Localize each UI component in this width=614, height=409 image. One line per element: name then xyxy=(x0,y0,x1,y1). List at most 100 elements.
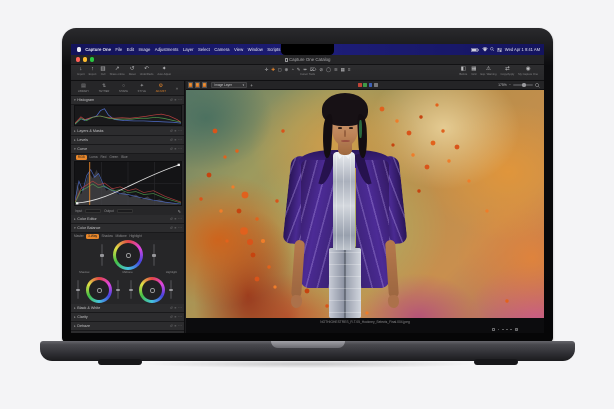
variant-thumbnail[interactable] xyxy=(202,82,208,88)
pager-controls[interactable] xyxy=(492,328,518,331)
levels-header[interactable]: ▸ Levels ↺ ≡ ⋯ xyxy=(71,136,185,145)
section-action-icons[interactable]: ↺ ≡ ⋯ xyxy=(170,324,182,328)
cursor-tool-spot-icon[interactable]: ◔ xyxy=(291,66,294,73)
layer-select-dropdown[interactable]: Image Layer ▾ xyxy=(211,82,247,88)
cursor-tool-pan-icon[interactable]: ✚ xyxy=(271,66,275,73)
tab-tether[interactable]: ⇅TETHER xyxy=(99,83,110,93)
thumbnail-nav-icon[interactable] xyxy=(492,328,495,331)
auto-adjust-button[interactable]: ✦Auto Adjust xyxy=(157,66,171,76)
curve-tab-green[interactable]: Green xyxy=(109,155,118,159)
menu-window[interactable]: Window xyxy=(248,47,263,52)
cursor-tool-gradient-icon[interactable]: ≋ xyxy=(334,66,338,73)
highlight-luma-slider[interactable] xyxy=(170,280,172,299)
section-action-icons[interactable]: ↺ ≡ ⋯ xyxy=(170,98,182,102)
menu-file[interactable]: File xyxy=(115,47,122,52)
variant-thumbnail[interactable] xyxy=(195,82,201,88)
zoom-out-icon[interactable]: − xyxy=(509,83,511,87)
highlight-saturation-slider[interactable] xyxy=(130,280,132,299)
add-layer-button[interactable]: + xyxy=(250,83,253,88)
black-white-header[interactable]: ▸ Black & White ↺ ≡ ⋯ xyxy=(71,304,185,313)
cb-tab-highlight[interactable]: Highlight xyxy=(129,234,141,238)
section-action-icons[interactable]: ↺ ≡ ⋯ xyxy=(170,226,182,230)
section-action-icons[interactable]: ↺ ≡ ⋯ xyxy=(170,306,182,310)
highlight-color-wheel[interactable] xyxy=(139,277,165,303)
menu-adjustments[interactable]: Adjustments xyxy=(155,47,179,52)
share-online-button[interactable]: ↗Share online xyxy=(110,66,125,76)
gray-channel-icon[interactable] xyxy=(374,83,378,87)
curve-graph[interactable] xyxy=(74,161,182,206)
blue-channel-icon[interactable] xyxy=(369,83,373,87)
curve-header[interactable]: ▾ Curve ↺ ≡ ⋯ xyxy=(71,145,185,154)
cursor-tool-rotate-icon[interactable]: ⊕ xyxy=(285,66,289,73)
cb-tab-midtone[interactable]: Midtone xyxy=(115,234,126,238)
vignetting-header[interactable]: ▸ Vignetting ↺ ≡ ⋯ xyxy=(71,331,185,333)
curve-tab-luma[interactable]: Luma xyxy=(90,155,98,159)
curve-tab-red[interactable]: Red xyxy=(101,155,107,159)
section-action-icons[interactable]: ↺ ≡ ⋯ xyxy=(170,138,182,142)
tab-shape[interactable]: ○SHAPE xyxy=(119,83,128,93)
tab-library[interactable]: ▤LIBRARY xyxy=(78,83,89,93)
zoom-level-value[interactable]: 175% xyxy=(498,83,507,87)
cursor-tool-draw-mask-icon[interactable]: ✎ xyxy=(297,66,301,73)
cb-tab-shadow[interactable]: Shadow xyxy=(101,234,113,238)
import-button[interactable]: ↓Import xyxy=(77,66,85,76)
menu-view[interactable]: View xyxy=(234,47,243,52)
variant-thumbnail[interactable] xyxy=(188,82,194,88)
photo-canvas[interactable] xyxy=(186,90,544,318)
magnifier-icon[interactable] xyxy=(535,83,540,88)
shadow-color-wheel[interactable] xyxy=(86,277,112,303)
menu-image[interactable]: Image xyxy=(138,47,150,52)
menu-edit[interactable]: Edit xyxy=(127,47,134,52)
cursor-tool-clone-icon[interactable]: ◯ xyxy=(326,66,331,73)
cursor-tool-more-icon[interactable]: ≡ xyxy=(348,66,351,73)
section-action-icons[interactable]: ↺ ≡ ⋯ xyxy=(170,147,182,151)
green-channel-icon[interactable] xyxy=(363,83,367,87)
clarity-header[interactable]: ▸ Clarity ↺ ≡ ⋯ xyxy=(71,313,185,322)
tab-style[interactable]: ✦STYLE xyxy=(138,83,146,93)
cursor-tool-grid-icon[interactable]: ▦ xyxy=(341,66,345,73)
curve-tab-rgb[interactable]: RGB xyxy=(76,155,87,160)
menu-layer[interactable]: Layer xyxy=(183,47,194,52)
red-channel-icon[interactable] xyxy=(358,83,362,87)
dehaze-header[interactable]: ▸ Dehaze ↺ ≡ ⋯ xyxy=(71,322,185,331)
section-action-icons[interactable]: ↺ ≡ ⋯ xyxy=(170,129,182,133)
filmstrip-toggle-icon[interactable] xyxy=(515,328,518,331)
undo-redo-button[interactable]: ↶Undo/Redo xyxy=(140,66,154,76)
midtone-saturation-slider[interactable] xyxy=(101,244,103,266)
wifi-icon[interactable] xyxy=(482,47,488,52)
battery-icon[interactable] xyxy=(471,48,479,52)
copy-apply-button[interactable]: ⇄Copy/Apply xyxy=(501,66,515,76)
tab-overflow-icon[interactable]: » xyxy=(176,86,179,91)
menubar-clock[interactable]: Wed Apr 1 9:41 AM xyxy=(505,47,540,52)
curve-input-value[interactable] xyxy=(85,209,101,213)
export-button[interactable]: ↑Export xyxy=(89,66,97,76)
cursor-tool-crop-icon[interactable]: ◻ xyxy=(278,66,282,73)
menu-camera[interactable]: Camera xyxy=(214,47,229,52)
layers-masks-header[interactable]: ▸ Layers & Masks ↺ ≡ ⋯ xyxy=(71,127,185,136)
apple-menu-icon[interactable] xyxy=(77,47,81,52)
shadow-saturation-slider[interactable] xyxy=(77,280,79,299)
cull-button[interactable]: ▥Cull xyxy=(100,66,105,76)
menu-scripts[interactable]: Scripts xyxy=(267,47,280,52)
curve-tab-blue[interactable]: Blue xyxy=(121,155,127,159)
cursor-tool-brush-icon[interactable]: ✏ xyxy=(303,66,307,73)
grid-button[interactable]: ▦Grid xyxy=(471,66,476,76)
my-capture-one-button[interactable]: ◉My Capture One xyxy=(518,66,538,76)
cursor-tool-erase-icon[interactable]: ⌦ xyxy=(310,66,317,73)
reset-button[interactable]: ↺Reset xyxy=(129,66,136,76)
tab-adjust[interactable]: ⚙ADJUST xyxy=(156,83,166,93)
cb-tab-3way[interactable]: 3-Way xyxy=(86,234,99,239)
search-icon[interactable] xyxy=(490,47,495,52)
color-editor-header[interactable]: ▸ Color Editor ↺ ≡ ⋯ xyxy=(71,215,185,224)
curve-output-value[interactable] xyxy=(117,209,133,213)
histogram-header[interactable]: ▾ Histogram ↺ ≡ ⋯ xyxy=(71,96,185,105)
menu-select[interactable]: Select xyxy=(198,47,210,52)
cb-tab-master[interactable]: Master xyxy=(74,234,84,238)
zoom-slider[interactable] xyxy=(513,84,533,85)
midtone-color-wheel[interactable] xyxy=(113,240,143,270)
cursor-tool-select-icon[interactable]: ✛ xyxy=(265,66,269,73)
cursor-tool-heal-icon[interactable]: ⊘ xyxy=(319,66,323,73)
section-action-icons[interactable]: ↺ ≡ ⋯ xyxy=(170,315,182,319)
midtone-luma-slider[interactable] xyxy=(153,244,155,266)
section-action-icons[interactable]: ↺ ≡ ⋯ xyxy=(170,217,182,221)
